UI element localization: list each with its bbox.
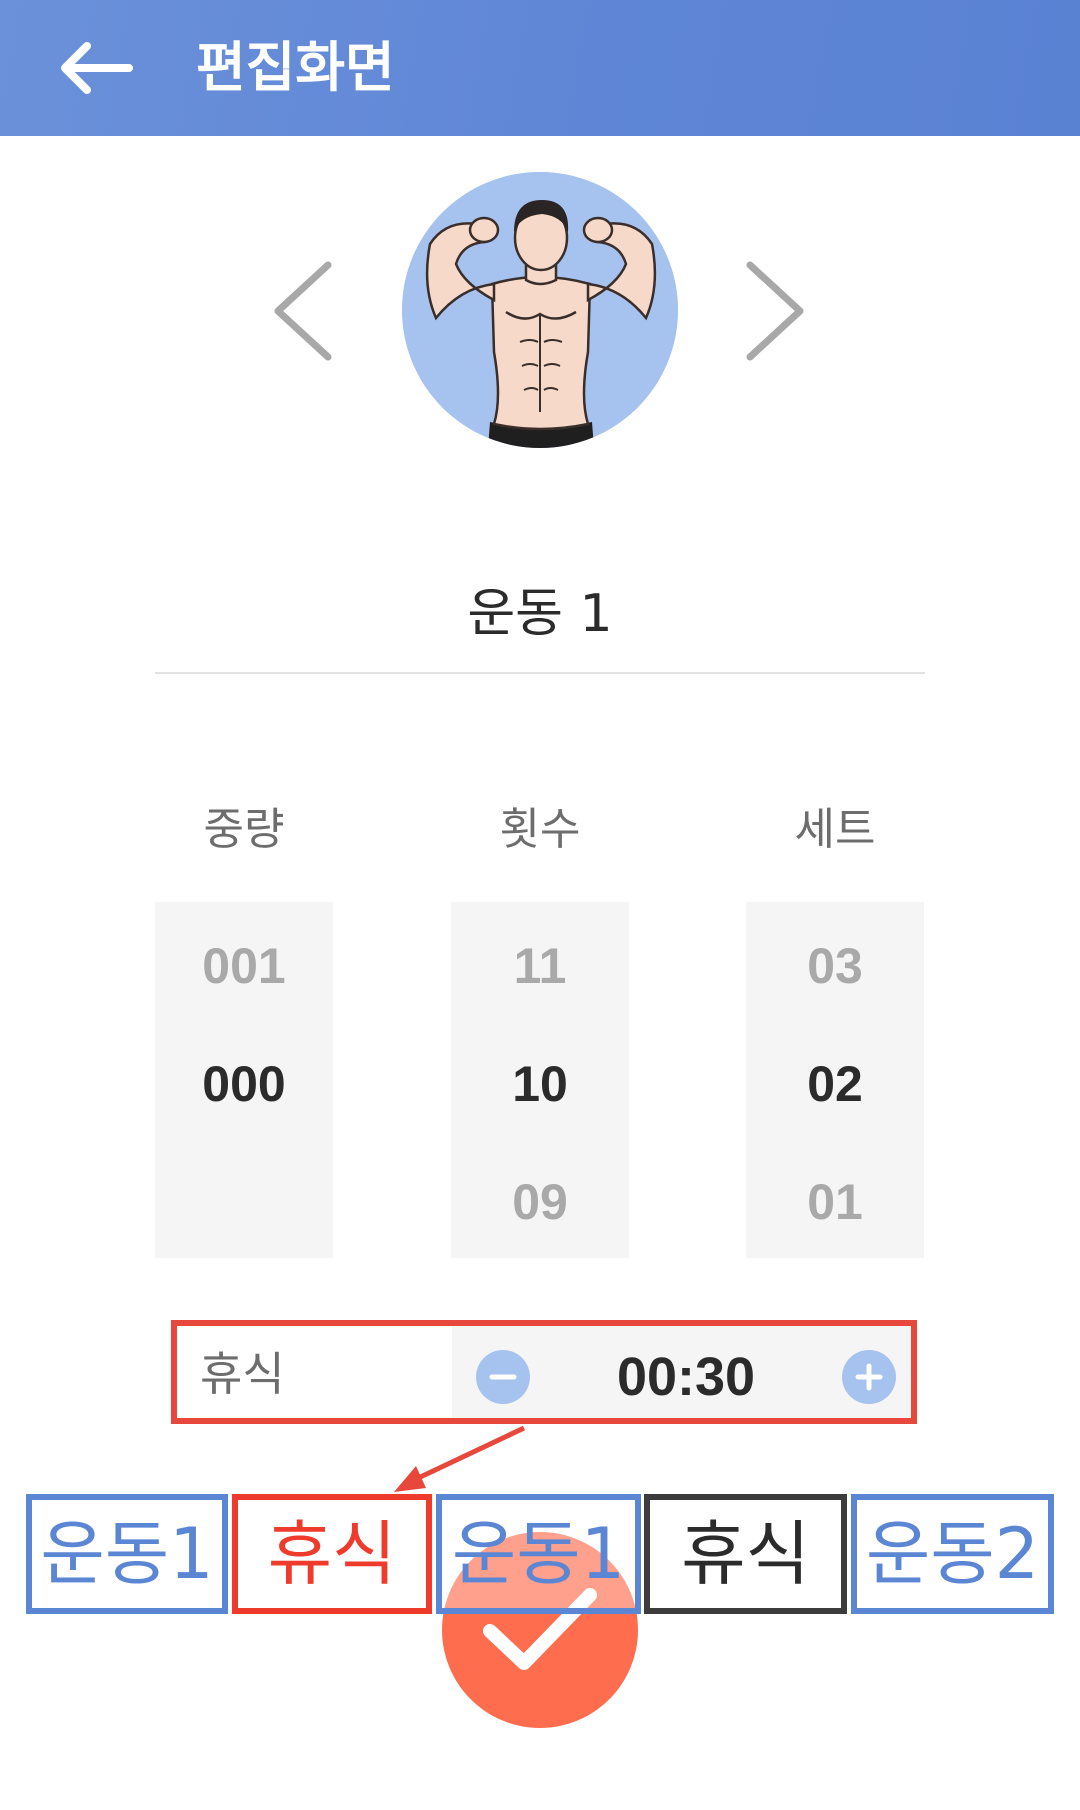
sets-label: 세트	[794, 804, 876, 855]
picker-value-above: 001	[202, 938, 286, 994]
picker-value-selected: 10	[512, 1056, 568, 1112]
picker-value-selected: 000	[202, 1056, 286, 1112]
back-button[interactable]	[52, 28, 142, 108]
flexing-man-illustration	[402, 172, 678, 448]
sequence-item-exercise-1[interactable]: 운동1	[26, 1494, 228, 1614]
increase-rest-button[interactable]	[842, 1350, 896, 1404]
picker-value-below: 09	[512, 1174, 568, 1230]
plus-circle-icon	[855, 1363, 883, 1391]
picker-value-selected: 02	[807, 1056, 863, 1112]
sequence-item-exercise-2[interactable]: 운동2	[851, 1494, 1054, 1614]
reps-picker[interactable]: 11 10 09	[451, 902, 629, 1258]
next-exercise-button[interactable]	[740, 258, 810, 364]
sets-picker[interactable]: 03 02 01	[746, 902, 924, 1258]
decrease-rest-button[interactable]	[476, 1350, 530, 1404]
exercise-name-field[interactable]: 운동 1	[155, 572, 925, 674]
chevron-right-icon	[746, 261, 804, 361]
sequence-item-rest-highlighted[interactable]: 휴식	[232, 1494, 432, 1614]
picker-value-below: 01	[807, 1174, 863, 1230]
arrow-left-icon	[61, 42, 133, 94]
minus-circle-icon	[489, 1374, 517, 1380]
sequence-item-exercise-1-repeat[interactable]: 운동1	[436, 1494, 641, 1614]
picker-value-above: 03	[807, 938, 863, 994]
exercise-image[interactable]	[402, 172, 678, 448]
previous-exercise-button[interactable]	[268, 258, 338, 364]
chevron-left-icon	[274, 261, 332, 361]
app-bar: 편집화면	[0, 0, 1080, 136]
edit-screen: 편집화면 운동 1 중량 001 000 횟수 11 10 09 세트 03 0…	[0, 0, 1080, 1810]
reps-label: 횟수	[499, 804, 581, 855]
weight-label: 중량	[203, 804, 285, 855]
rest-time-value: 00:30	[616, 1347, 756, 1407]
picker-value-above: 11	[513, 938, 567, 994]
sequence-item-rest[interactable]: 휴식	[644, 1494, 847, 1614]
page-title: 편집화면	[196, 36, 395, 99]
rest-label: 휴식	[200, 1347, 285, 1401]
weight-picker[interactable]: 001 000	[155, 902, 333, 1258]
